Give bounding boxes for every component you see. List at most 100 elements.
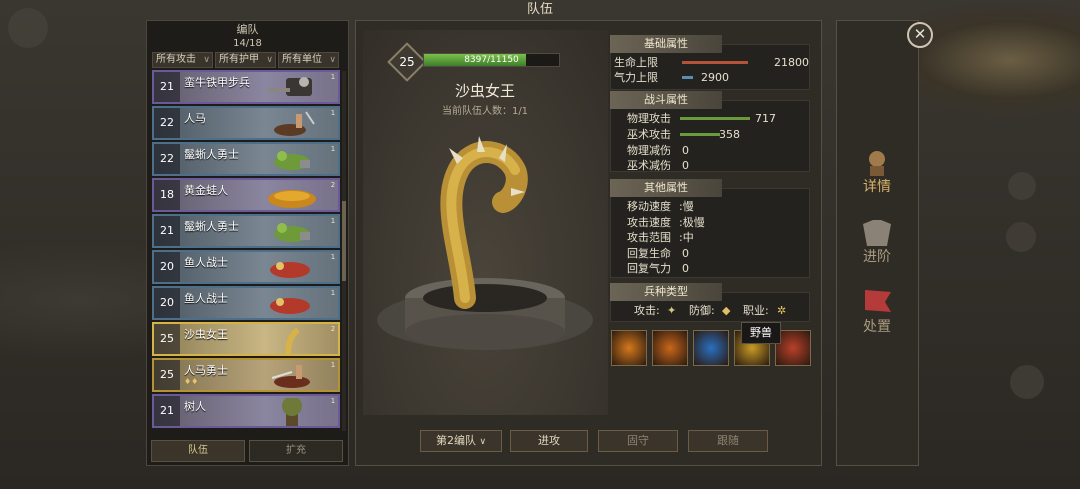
- nav-advance[interactable]: 进阶: [842, 218, 912, 270]
- unit-card-selected[interactable]: 25 沙虫女王 2: [152, 322, 340, 356]
- unit-rank-badge: 1: [330, 253, 336, 261]
- magic-attack-bar: [680, 133, 720, 136]
- lizardman-icon: [274, 151, 310, 170]
- unit-rank-badge: 1: [330, 289, 336, 297]
- centaur-icon: [274, 111, 315, 136]
- orb-skill-icon[interactable]: [693, 330, 729, 366]
- unit-name: 黄金蛙人: [184, 184, 228, 197]
- window-title: 队伍: [526, 2, 553, 17]
- chevron-down-icon: ∨: [329, 55, 336, 65]
- close-button[interactable]: ✕: [907, 22, 933, 48]
- sandworm-icon: [285, 327, 300, 354]
- unit-card[interactable]: 21 蛮牛铁甲步兵 1: [152, 70, 340, 104]
- claw-attack-icon[interactable]: ✦: [667, 303, 676, 318]
- unit-card[interactable]: 21 树人 1: [152, 394, 340, 428]
- basic-stats-header: 基础属性: [610, 35, 722, 53]
- roster-count: 14/18: [233, 38, 262, 49]
- chevron-down-icon: ∨: [266, 55, 273, 65]
- armored-bull-icon: [268, 77, 312, 96]
- unit-level-display: 25: [399, 55, 415, 69]
- command-buttons: 第2编队 ∨ 进攻 固守 跟随: [420, 430, 768, 452]
- roster-scroll-thumb[interactable]: [342, 201, 346, 281]
- tab-expand[interactable]: 扩充: [249, 440, 343, 462]
- treant-icon: [282, 398, 302, 426]
- centaur-warrior-icon: [271, 365, 310, 388]
- follow-button[interactable]: 跟随: [688, 430, 768, 452]
- tab-team[interactable]: 队伍: [151, 440, 245, 462]
- unit-rank-badge: 1: [330, 145, 336, 153]
- unit-level: 20: [154, 288, 180, 318]
- filter-attack-dropdown[interactable]: 所有攻击 ∨: [152, 52, 213, 68]
- armor-icon: [863, 220, 891, 246]
- unit-name: 沙虫女王: [184, 328, 228, 341]
- roster-filters: 所有攻击 ∨ 所有护甲 ∨ 所有单位 ∨: [152, 52, 339, 68]
- defend-button[interactable]: 固守: [598, 430, 678, 452]
- unit-rank-pips: ♦♦: [184, 377, 199, 386]
- nav-dismiss[interactable]: 处置: [842, 288, 912, 340]
- unit-type-header: 兵种类型: [610, 283, 722, 301]
- stat-value: 0: [682, 262, 689, 275]
- unit-card[interactable]: 22 人马 1: [152, 106, 340, 140]
- unit-card[interactable]: 20 鱼人战士 1: [152, 250, 340, 284]
- filter-attack-label: 所有攻击: [156, 54, 196, 65]
- defense-type-label: 防御:: [689, 304, 715, 317]
- unit-rank-badge: 1: [330, 217, 336, 225]
- fishman-icon: [270, 262, 310, 278]
- roster-title: 编队: [236, 23, 259, 36]
- unit-card[interactable]: 25 人马勇士 ♦♦ 1: [152, 358, 340, 392]
- unit-card[interactable]: 21 鬣蜥人勇士 1: [152, 214, 340, 248]
- beast-class-icon[interactable]: ✲: [777, 303, 786, 318]
- banner-flag-icon: [865, 290, 891, 312]
- unit-name: 鬣蜥人勇士: [184, 148, 239, 161]
- stat-label: 物理攻击: [627, 112, 671, 125]
- unit-rank-badge: 1: [330, 361, 336, 369]
- stat-value: 2900: [701, 71, 729, 84]
- chevron-down-icon: ∨: [203, 55, 210, 65]
- team-count: 当前队伍人数：1/1: [441, 106, 529, 117]
- tornado-skill-icon[interactable]: [611, 330, 647, 366]
- unit-title: 沙虫女王: [454, 82, 515, 100]
- team-select-dropdown[interactable]: 第2编队 ∨: [420, 430, 502, 452]
- class-type-label: 职业:: [743, 304, 769, 317]
- hp-bar: 8397/11150: [423, 53, 560, 67]
- sandworm-queen-portrait: [377, 136, 593, 350]
- unit-level: 21: [154, 396, 180, 426]
- nav-details-label: 详情: [863, 179, 891, 195]
- team-select-label: 第2编队: [435, 434, 476, 447]
- nav-details[interactable]: 详情: [842, 148, 912, 200]
- stat-value: 358: [719, 128, 740, 141]
- other-stats-header: 其他属性: [610, 179, 722, 197]
- claw-skill-icon[interactable]: [652, 330, 688, 366]
- unit-level: 21: [154, 72, 180, 102]
- attack-type-label: 攻击:: [634, 304, 660, 317]
- shield-defense-icon[interactable]: ◆: [722, 303, 730, 318]
- roster-tabs: 队伍 扩充: [151, 440, 343, 462]
- attack-button[interactable]: 进攻: [510, 430, 588, 452]
- stat-value: 0: [682, 159, 689, 172]
- unit-card[interactable]: 22 鬣蜥人勇士 1: [152, 142, 340, 176]
- unit-card[interactable]: 20 鱼人战士 1: [152, 286, 340, 320]
- filter-unit-label: 所有单位: [282, 54, 322, 65]
- unit-card[interactable]: 18 黄金蛙人 2: [152, 178, 340, 212]
- stat-value: :极慢: [679, 216, 705, 229]
- unit-rank-badge: 2: [330, 325, 336, 333]
- class-tooltip: 野兽: [741, 322, 781, 344]
- nav-advance-label: 进阶: [863, 249, 891, 265]
- unit-level: 22: [154, 108, 180, 138]
- stat-value: :慢: [679, 200, 694, 213]
- filter-armor-dropdown[interactable]: 所有护甲 ∨: [215, 52, 276, 68]
- unit-name: 人马勇士: [184, 364, 228, 377]
- stat-label: 回复生命: [627, 247, 671, 260]
- stat-value: 0: [682, 144, 689, 157]
- unit-rank-badge: 2: [330, 181, 336, 189]
- filter-unit-dropdown[interactable]: 所有单位 ∨: [278, 52, 339, 68]
- stat-label: 巫术减伤: [627, 159, 671, 172]
- unit-name: 蛮牛铁甲步兵: [184, 76, 250, 89]
- unit-name: 人马: [184, 112, 206, 125]
- unit-rank-badge: 1: [330, 109, 336, 117]
- warrior-helmet-icon: [869, 151, 885, 176]
- hp-max-bar: [682, 61, 748, 64]
- unit-level: 18: [154, 180, 180, 210]
- unit-name: 鱼人战士: [184, 292, 228, 305]
- golden-frog-icon: [268, 190, 316, 208]
